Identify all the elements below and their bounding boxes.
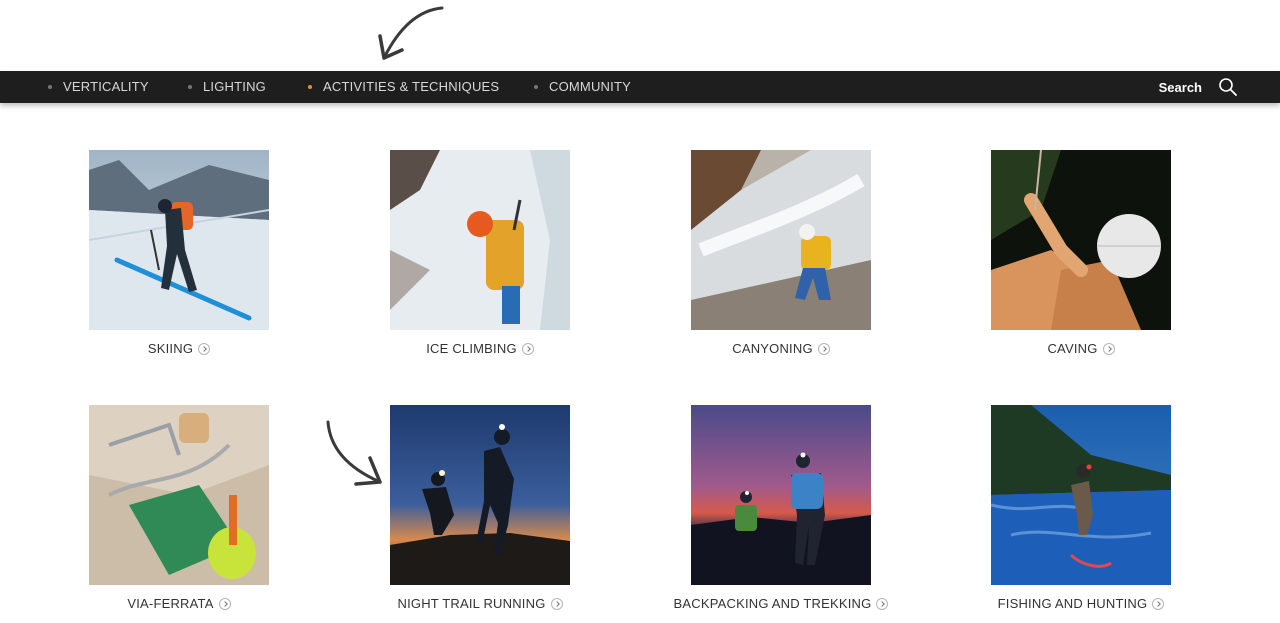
activity-label: BACKPACKING AND TREKKING [673, 596, 872, 611]
night-trail-running-photo[interactable] [390, 405, 570, 585]
activity-tile-night-trail-running: NIGHT TRAIL RUNNING [390, 405, 570, 611]
chevron-right-icon [521, 342, 534, 355]
nav-bullet-icon [534, 84, 538, 89]
chevron-right-icon [218, 597, 231, 610]
activity-label: VIA-FERRATA [127, 596, 214, 611]
chevron-right-icon [1152, 597, 1165, 610]
activity-link-backpacking-trekking[interactable]: BACKPACKING AND TREKKING [631, 596, 931, 611]
activity-tile-via-ferrata: VIA-FERRATA [89, 405, 269, 611]
activity-label: SKIING [147, 341, 194, 356]
nav-bullet-icon [48, 84, 52, 89]
nav-item-label: COMMUNITY [549, 79, 631, 94]
activity-link-night-trail-running[interactable]: NIGHT TRAIL RUNNING [330, 596, 630, 611]
nav-item-label: VERTICALITY [63, 79, 149, 94]
activity-label: FISHING AND HUNTING [997, 596, 1148, 611]
activity-link-ice-climbing[interactable]: ICE CLIMBING [330, 341, 630, 356]
annotation-arrow-icon [378, 6, 444, 60]
nav-item-community[interactable]: COMMUNITY [534, 71, 631, 103]
activity-link-fishing-hunting[interactable]: FISHING AND HUNTING [931, 596, 1231, 611]
activity-link-via-ferrata[interactable]: VIA-FERRATA [29, 596, 329, 611]
activity-link-skiing[interactable]: SKIING [29, 341, 329, 356]
canyoning-photo[interactable] [691, 150, 871, 330]
nav-item-label: LIGHTING [203, 79, 266, 94]
chevron-right-icon [1102, 342, 1115, 355]
nav-item-label: ACTIVITIES & TECHNIQUES [323, 79, 500, 94]
backpacking-trekking-photo[interactable] [691, 405, 871, 585]
nav-bullet-active-icon [308, 84, 312, 89]
ice-climbing-photo[interactable] [390, 150, 570, 330]
via-ferrata-photo[interactable] [89, 405, 269, 585]
activity-tile-ice-climbing: ICE CLIMBING [390, 150, 570, 356]
activity-tile-caving: CAVING [991, 150, 1171, 356]
search-icon [1219, 78, 1237, 96]
chevron-right-icon [198, 342, 211, 355]
activity-link-canyoning[interactable]: CANYONING [631, 341, 931, 356]
activity-label: CANYONING [732, 341, 813, 356]
nav-item-activities-techniques[interactable]: ACTIVITIES & TECHNIQUES [308, 71, 499, 103]
nav-item-lighting[interactable]: LIGHTING [188, 71, 266, 103]
nav-bullet-icon [188, 84, 192, 89]
nav-item-verticality[interactable]: VERTICALITY [48, 71, 149, 103]
annotation-arrow-icon [326, 420, 382, 486]
activity-tile-canyoning: CANYONING [691, 150, 871, 356]
activity-label: NIGHT TRAIL RUNNING [397, 596, 546, 611]
skiing-photo[interactable] [89, 150, 269, 330]
activity-tile-fishing-hunting: FISHING AND HUNTING [991, 405, 1171, 611]
activity-link-caving[interactable]: CAVING [931, 341, 1231, 356]
main-navbar: VERTICALITY LIGHTING ACTIVITIES & TECHNI… [0, 71, 1280, 103]
chevron-right-icon [817, 342, 830, 355]
caving-photo[interactable] [991, 150, 1171, 330]
chevron-right-icon [876, 597, 889, 610]
search-label: Search [1158, 79, 1202, 95]
activity-label: ICE CLIMBING [426, 341, 517, 356]
activity-label: CAVING [1047, 341, 1098, 356]
search-button[interactable]: Search [1159, 71, 1238, 103]
activity-tile-backpacking-trekking: BACKPACKING AND TREKKING [674, 405, 889, 611]
chevron-right-icon [550, 597, 563, 610]
activity-tile-skiing: SKIING [89, 150, 269, 356]
fishing-hunting-photo[interactable] [991, 405, 1171, 585]
